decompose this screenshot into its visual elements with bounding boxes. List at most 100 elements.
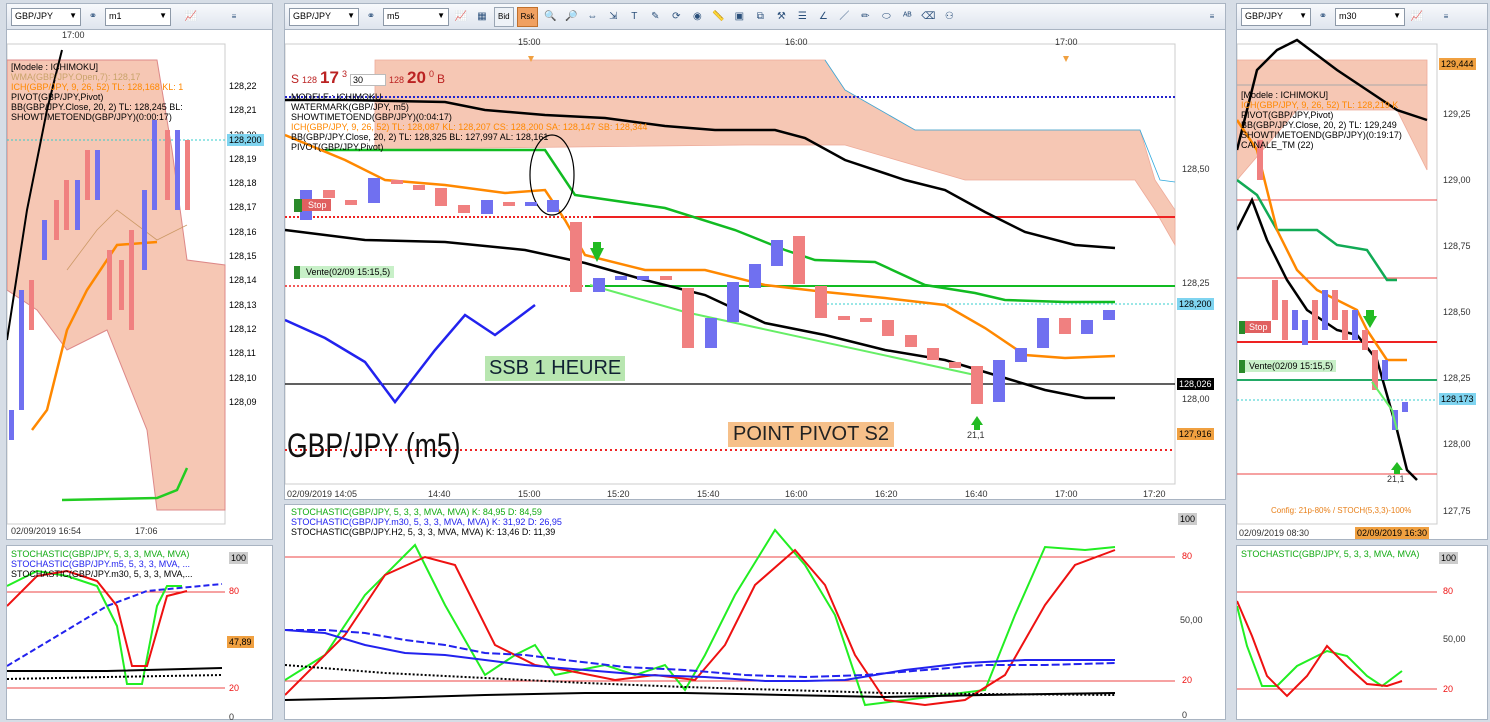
network-icon[interactable]: ⚇ [940, 8, 958, 26]
symbol-select[interactable]: GBP/JPY ▼ [1241, 7, 1311, 26]
main-stoch-panel: STOCHASTIC(GBP/JPY, 5, 3, 3, MVA, MVA) K… [284, 504, 1226, 720]
screenshot-icon[interactable]: ⧉ [751, 8, 769, 26]
y-tick: 80 [1182, 551, 1193, 561]
y-tick: 128,50 [1182, 164, 1210, 174]
vente-label[interactable]: Vente(02/09 15:15,5) [1239, 360, 1337, 373]
edit-icon[interactable]: ✎ [646, 8, 664, 26]
price-tag-cyan: 128,173 [1439, 393, 1476, 405]
symbol-select[interactable]: GBP/JPY ▼ [11, 7, 81, 26]
y-tick: 50,00 [1443, 634, 1466, 644]
link-icon[interactable]: ⚭ [84, 8, 102, 26]
chevron-down-icon: ▼ [1299, 10, 1307, 20]
left-m1-chart[interactable]: 17:00 [Modele: ICHIMOKU] WMA(GBP/JPY.Op… [7, 30, 272, 539]
chevron-down-icon: ▼ [437, 10, 445, 20]
y-tick: 20 [229, 683, 240, 693]
time-top-label: 17:00 [1055, 37, 1078, 47]
right-m30-chart[interactable]: [Modele : ICHIMOKU] ICH(GBP/JPY, 9, 26, … [1237, 30, 1487, 539]
x-tick-current: 02/09/2019 16:30 [1355, 527, 1430, 539]
chevron-down-icon: ▼ [347, 10, 355, 20]
tools-icon[interactable]: ⚒ [772, 8, 790, 26]
config-text: Config: 21p-80% / STOCH(5,3,3)-100% [1271, 506, 1412, 515]
timeframe-select[interactable]: m5 ▼ [383, 7, 449, 26]
ssb-annotation: SSB 1 HEURE [485, 356, 626, 381]
order-marker-icon [294, 266, 300, 279]
chart-type-icon[interactable]: 📈 [1408, 8, 1426, 26]
menu-icon[interactable]: ≡ [225, 8, 243, 26]
chart-type-icon[interactable]: 📈 [182, 8, 200, 26]
horizontal-line-icon[interactable]: ☰ [793, 8, 811, 26]
chart-type-icon[interactable]: 📈 [452, 8, 470, 26]
y-tick: 80 [229, 586, 240, 596]
zoom-out-icon[interactable]: 🔎 [562, 8, 580, 26]
right-legend: [Modele : ICHIMOKU] ICH(GBP/JPY, 9, 26, … [1241, 90, 1402, 150]
right-toolbar: GBP/JPY ▼ ⚭ m30 ▼ 📈 ≡ [1237, 4, 1487, 30]
stop-label[interactable]: Stop [294, 199, 331, 212]
zoom-in-icon[interactable]: 🔍 [541, 8, 559, 26]
refresh-icon[interactable]: ⟳ [667, 8, 685, 26]
time-top-label: 16:00 [785, 37, 808, 47]
pivot-annotation: POINT PIVOT S2 [728, 422, 894, 447]
y-tick: 20 [1182, 675, 1193, 685]
y-tick: 129,25 [1443, 109, 1471, 119]
y-tick: 128,00 [1182, 394, 1210, 404]
stop-marker-icon [1239, 321, 1245, 334]
y-tick: 128,50 [1443, 307, 1471, 317]
trendline-icon[interactable]: ∠ [814, 8, 832, 26]
right-stoch-panel: STOCHASTIC(GBP/JPY, 5, 3, 3, MVA, MVA) 1… [1236, 545, 1488, 720]
globe-icon[interactable]: ◉ [688, 8, 706, 26]
time-top-label: 15:00 [518, 37, 541, 47]
price-tag-top: 129,444 [1439, 58, 1476, 70]
fit-icon[interactable]: ⇔ [583, 8, 601, 26]
chevron-down-icon: ▼ [69, 10, 77, 20]
ask-button[interactable]: Rsk [516, 6, 539, 27]
eraser-icon[interactable]: ⌫ [919, 8, 937, 26]
ruler-icon[interactable]: 📏 [709, 8, 727, 26]
text-tool-icon[interactable]: T [625, 8, 643, 26]
x-tick: 02/09/2019 16:54 [11, 526, 82, 536]
brush-icon[interactable]: ✏ [856, 8, 874, 26]
spread-box: S 128 17 3 30 128 20 0 B [291, 68, 445, 87]
quantity-input[interactable]: 30 [349, 74, 386, 86]
pen-icon[interactable]: ／ [835, 8, 853, 26]
main-m5-panel: GBP/JPY ▼ ⚭ m5 ▼ 📈 ▦ Bid Rsk 🔍 🔎 ⇔ ⇲ T ✎ ⟳… [284, 3, 1226, 500]
price-tag-orange: 127,916 [1177, 428, 1214, 440]
grid-icon[interactable]: ▦ [473, 8, 491, 26]
range-icon[interactable]: ⇲ [604, 8, 622, 26]
label-icon[interactable]: ᴬᴮ [898, 8, 916, 26]
menu-icon[interactable]: ≡ [1437, 8, 1455, 26]
chevron-down-icon: ▼ [159, 10, 167, 20]
ellipse-icon[interactable]: ⬭ [877, 8, 895, 26]
y-tick: 80 [1443, 586, 1454, 596]
y-tick: 100 [1439, 552, 1459, 564]
left-m1-panel: GBP/JPY ▼ ⚭ m1 ▼ 📈 ≡ 17:00 [Modele: ICH… [6, 3, 273, 540]
price-tag-cyan: 128,200 [227, 134, 264, 146]
x-tick: 02/09/2019 08:30 [1239, 528, 1310, 538]
watermark: GBP/JPY (m5) [287, 427, 461, 465]
symbol-select[interactable]: GBP/JPY ▼ [289, 7, 359, 26]
arrow-value: 21,1 [1387, 474, 1405, 484]
timeframe-select[interactable]: m1 ▼ [105, 7, 171, 26]
y-tick: 20 [1443, 684, 1454, 694]
y-tick: 128,75 [1443, 241, 1471, 251]
x-tick: 17:06 [135, 526, 158, 536]
price-tag-black: 128,026 [1177, 378, 1214, 390]
y-tick: 0 [1182, 710, 1188, 720]
stop-label[interactable]: Stop [1239, 321, 1271, 334]
y-tick: 0 [229, 712, 235, 722]
left-m1-legend: [Modele : ICHIMOKU] WMA(GBP/JPY.Open,7):… [11, 62, 184, 122]
stop-marker-icon [294, 199, 302, 212]
y-tick: 100 [1178, 513, 1198, 525]
bid-button[interactable]: Bid [494, 6, 514, 27]
menu-icon[interactable]: ≡ [1203, 8, 1221, 26]
right-stoch-legend: STOCHASTIC(GBP/JPY, 5, 3, 3, MVA, MVA) [1241, 549, 1420, 559]
main-m5-chart[interactable]: 15:00 16:00 17:00 S 128 17 3 30 128 20 0… [285, 30, 1225, 499]
left-stoch-panel: STOCHASTIC(GBP/JPY, 5, 3, 3, MVA, MVA) S… [6, 545, 273, 722]
y-tick: 50,00 [1180, 615, 1203, 625]
arrow-value: 21,1 [967, 430, 985, 440]
link-icon[interactable]: ⚭ [362, 8, 380, 26]
vente-label[interactable]: Vente(02/09 15:15,5) [294, 266, 395, 279]
image-icon[interactable]: ▣ [730, 8, 748, 26]
y-tick: 128,00 [1443, 439, 1471, 449]
timeframe-select[interactable]: m30 ▼ [1335, 7, 1405, 26]
link-icon[interactable]: ⚭ [1314, 8, 1332, 26]
